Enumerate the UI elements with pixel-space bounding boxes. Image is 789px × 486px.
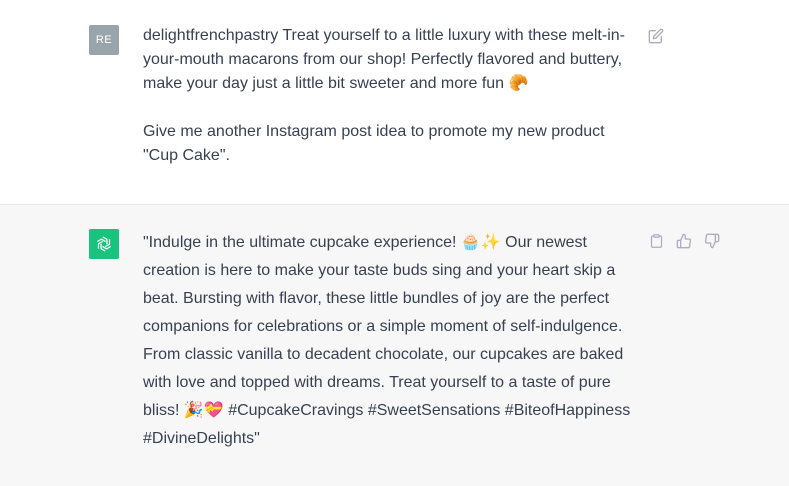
edit-message-button[interactable] [647, 27, 665, 45]
user-message: RE delightfrenchpastry Treat yourself to… [0, 0, 789, 205]
edit-icon [648, 28, 664, 44]
assistant-message-text: "Indulge in the ultimate cupcake experie… [143, 229, 638, 453]
assistant-message-paragraph: "Indulge in the ultimate cupcake experie… [143, 234, 631, 447]
user-message-text: delightfrenchpastry Treat yourself to a … [143, 24, 635, 168]
thumbs-down-icon [704, 233, 720, 249]
dislike-button[interactable] [703, 232, 721, 250]
thumbs-up-icon [676, 233, 692, 249]
clipboard-icon [650, 234, 662, 248]
user-avatar: RE [89, 25, 119, 55]
user-message-paragraph-1: delightfrenchpastry Treat yourself to a … [143, 27, 625, 92]
like-button[interactable] [675, 232, 693, 250]
user-message-paragraph-2: Give me another Instagram post idea to p… [143, 123, 605, 164]
assistant-avatar [89, 229, 119, 259]
openai-logo-icon [96, 236, 112, 252]
chat-thread: RE delightfrenchpastry Treat yourself to… [0, 0, 789, 486]
copy-button[interactable] [647, 232, 665, 250]
